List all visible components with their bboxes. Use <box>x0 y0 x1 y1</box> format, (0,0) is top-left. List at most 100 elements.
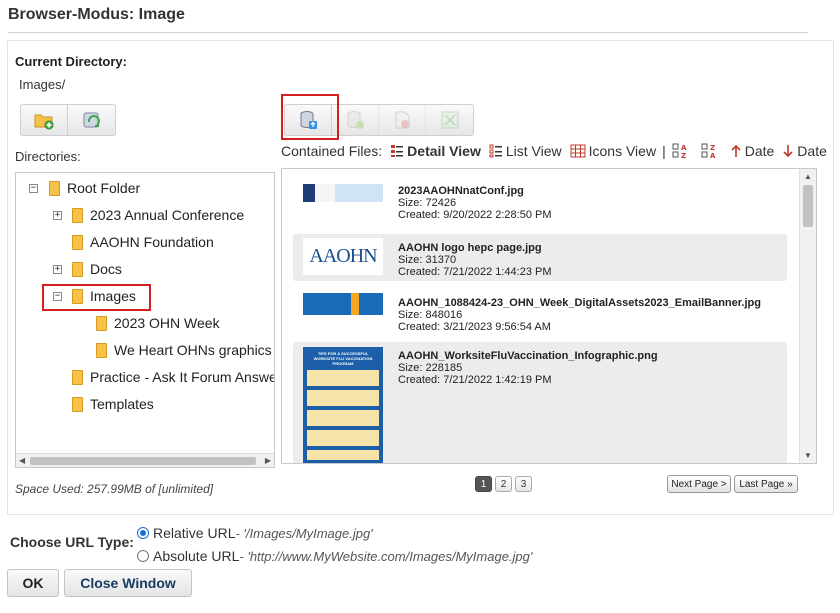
sort-date-ascending-button[interactable]: Date <box>730 143 775 159</box>
file-thumbnail <box>303 293 383 315</box>
scroll-down-icon[interactable]: ▼ <box>804 451 812 460</box>
tree-item-aaohn-foundation[interactable]: AAOHN Foundation <box>72 232 214 252</box>
page-2-button[interactable]: 2 <box>495 476 512 492</box>
file-size: Size: 31370 <box>398 254 457 266</box>
expand-toggle[interactable]: + <box>53 211 62 220</box>
title-divider <box>8 32 808 33</box>
upload-highlight-box <box>281 94 339 140</box>
expand-toggle[interactable]: + <box>53 265 62 274</box>
space-used-text: Space Used: 257.99MB of [unlimited] <box>15 482 214 496</box>
sort-name-ascending-button[interactable]: A Z <box>672 142 693 160</box>
tree-item-label: Docs <box>90 261 122 277</box>
file-name: AAOHN_WorksiteFluVaccination_Infographic… <box>398 350 658 362</box>
file-row[interactable]: AAOHN_1088424-23_OHN_Week_DigitalAssets2… <box>293 289 787 336</box>
scroll-up-icon[interactable]: ▲ <box>804 172 812 181</box>
dialog-title: Browser-Modus: Image <box>8 6 185 23</box>
arrow-down-icon <box>783 145 793 158</box>
next-page-button[interactable]: Next Page > <box>667 475 731 493</box>
folder-icon <box>72 234 83 250</box>
list-view-label: List View <box>505 143 562 159</box>
close-window-button[interactable]: Close Window <box>64 569 192 597</box>
file-info: 2023AAOHNnatConf.jpg Size: 72426 Created… <box>398 185 552 221</box>
tree-item-docs[interactable]: + Docs <box>53 259 122 279</box>
tree-item-label: Practice - Ask It Forum Answers <box>90 369 275 385</box>
file-size: Size: 72426 <box>398 197 457 209</box>
file-row[interactable]: TIPS FOR A SUCCESSFUL WORKSITE FLU VACCI… <box>293 342 787 463</box>
icons-view-label: Icons View <box>588 143 657 159</box>
resize-icon <box>441 111 458 129</box>
tree-item-2023-annual-conference[interactable]: + 2023 Annual Conference <box>53 205 244 225</box>
tree-item-practice-ask-it-forum-answers[interactable]: Practice - Ask It Forum Answers <box>72 367 275 387</box>
file-list-vertical-scrollbar[interactable]: ▲ ▼ <box>799 169 816 463</box>
detail-view-label: Detail View <box>407 143 481 159</box>
last-page-button[interactable]: Last Page » <box>734 475 798 493</box>
file-created: Created: 9/20/2022 2:28:50 PM <box>398 209 552 221</box>
file-created: Created: 3/21/2023 9:56:54 AM <box>398 321 551 333</box>
file-thumbnail <box>303 184 383 202</box>
tree-horizontal-scrollbar[interactable]: ◀ ▶ <box>16 453 274 467</box>
delete-file-button[interactable] <box>379 105 426 135</box>
absolute-url-radio[interactable] <box>137 550 149 562</box>
file-size: Size: 228185 <box>398 362 463 374</box>
new-folder-button[interactable] <box>21 105 68 135</box>
svg-text:Z: Z <box>681 152 686 160</box>
relative-url-example: - '/Images/MyImage.jpg' <box>235 525 373 541</box>
directory-toolbar <box>20 104 116 136</box>
list-view-button[interactable]: List View <box>489 143 562 159</box>
tree-item-we-heart-ohns-graphics[interactable]: We Heart OHNs graphics <box>96 340 272 360</box>
add-file-icon <box>347 111 364 129</box>
add-file-button[interactable] <box>332 105 379 135</box>
current-directory-label: Current Directory: <box>15 54 127 69</box>
absolute-url-option[interactable]: Absolute URL - 'http://www.MyWebsite.com… <box>137 548 532 564</box>
sort-az-icon: A Z <box>672 143 687 160</box>
file-row[interactable]: 2023AAOHNnatConf.jpg Size: 72426 Created… <box>293 177 787 224</box>
tree-item-label: Templates <box>90 396 154 412</box>
current-directory-value: Images/ <box>19 77 66 92</box>
scroll-right-icon[interactable]: ▶ <box>265 456 271 465</box>
scrollbar-thumb[interactable] <box>30 457 256 465</box>
tree-item-root-folder[interactable]: − Root Folder <box>29 178 140 198</box>
arrow-up-icon <box>731 144 741 157</box>
page-1-button[interactable]: 1 <box>475 476 492 492</box>
tree-item-label: We Heart OHNs graphics <box>114 342 272 358</box>
scrollbar-thumb[interactable] <box>803 185 813 227</box>
sort-date-descending-button[interactable]: Date <box>782 143 827 159</box>
sort-name-descending-button[interactable]: Z A <box>701 142 722 160</box>
images-highlight-box <box>42 284 151 311</box>
relative-url-radio[interactable] <box>137 527 149 539</box>
collapse-toggle[interactable]: − <box>29 184 38 193</box>
svg-text:Z: Z <box>710 144 715 152</box>
contained-files-label: Contained Files: <box>281 143 383 159</box>
tree-item-label: 2023 Annual Conference <box>90 207 245 223</box>
file-created: Created: 7/21/2022 1:42:19 PM <box>398 374 552 386</box>
file-name: AAOHN logo hepc page.jpg <box>398 242 542 254</box>
tree-item-2023-ohn-week[interactable]: 2023 OHN Week <box>96 313 220 333</box>
file-info: AAOHN_1088424-23_OHN_Week_DigitalAssets2… <box>398 297 761 333</box>
relative-url-label: Relative URL <box>153 525 236 541</box>
detail-view-button[interactable]: Detail View <box>390 143 481 159</box>
icons-view-button[interactable]: Icons View <box>570 143 656 159</box>
refresh-button[interactable] <box>68 105 115 135</box>
file-thumbnail: TIPS FOR A SUCCESSFUL WORKSITE FLU VACCI… <box>303 347 383 463</box>
sort-date-ascending-label: Date <box>744 143 775 159</box>
folder-icon <box>72 369 83 385</box>
tree-item-templates[interactable]: Templates <box>72 394 154 414</box>
svg-text:A: A <box>681 144 687 152</box>
pagination: 1 2 3 <box>475 476 535 492</box>
contained-files-bar: Contained Files: Detail View List View I… <box>281 142 835 160</box>
folder-icon <box>72 396 83 412</box>
scroll-left-icon[interactable]: ◀ <box>19 456 25 465</box>
new-folder-icon <box>34 114 54 130</box>
file-list: 2023AAOHNnatConf.jpg Size: 72426 Created… <box>281 168 817 464</box>
ok-button[interactable]: OK <box>7 569 59 597</box>
list-view-icon <box>489 144 502 158</box>
icons-view-icon <box>570 144 586 158</box>
absolute-url-example: - 'http://www.MyWebsite.com/Images/MyIma… <box>239 548 533 564</box>
file-row[interactable]: AAOHN AAOHN logo hepc page.jpg Size: 313… <box>293 234 787 281</box>
resize-button[interactable] <box>426 105 473 135</box>
view-separator: | <box>662 143 666 159</box>
infographic-body <box>307 370 379 460</box>
relative-url-option[interactable]: Relative URL - '/Images/MyImage.jpg' <box>137 525 373 541</box>
page-3-button[interactable]: 3 <box>515 476 532 492</box>
url-type-label: Choose URL Type: <box>10 534 134 550</box>
